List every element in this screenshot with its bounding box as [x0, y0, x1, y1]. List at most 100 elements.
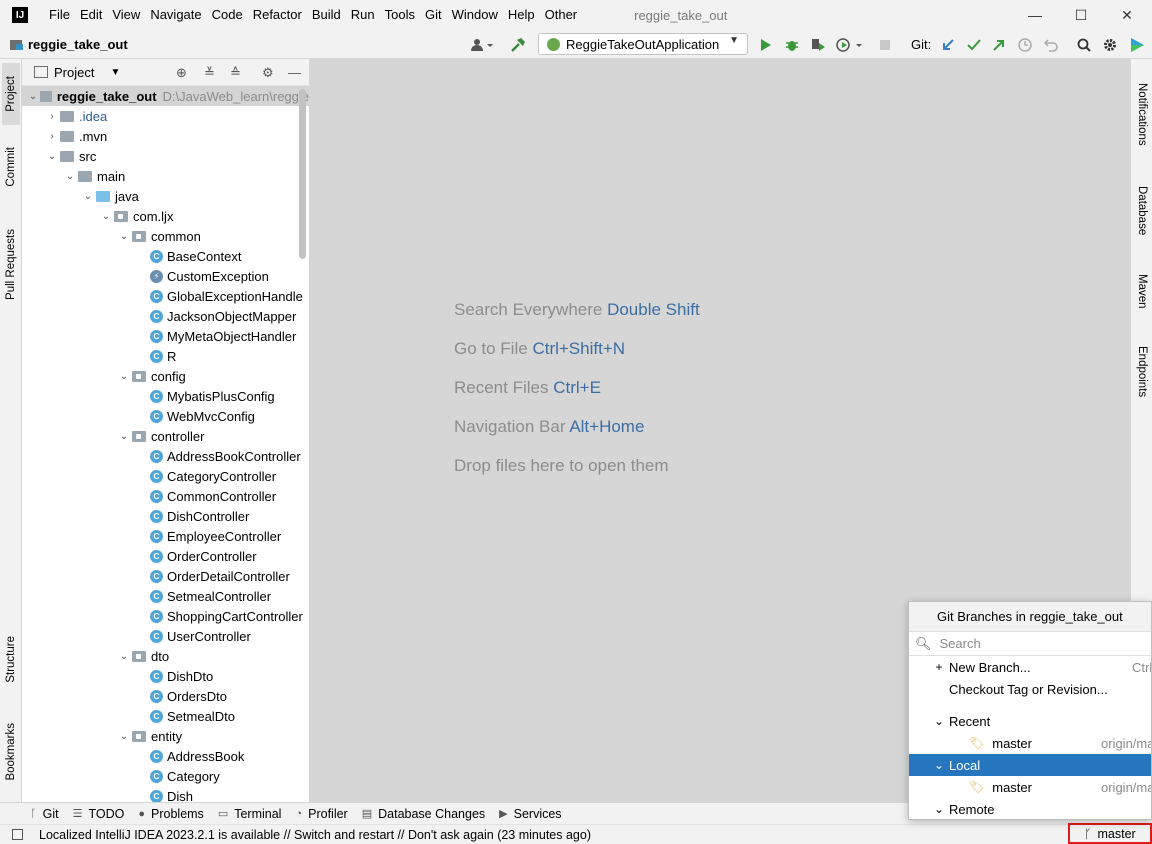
tree-item[interactable]: › .mvn	[22, 126, 309, 146]
menu-view[interactable]: View	[107, 0, 145, 30]
branch-search-field[interactable]: 🔍︎ Search	[909, 632, 1151, 656]
jetbrains-toolbox-icon[interactable]	[1126, 30, 1148, 59]
tool-tab-commit[interactable]: Commit	[2, 139, 20, 195]
remote-branches-group[interactable]: ⌄ Remote	[909, 798, 1151, 819]
tree-item[interactable]: C Category	[22, 766, 309, 786]
tool-tab-structure[interactable]: Structure	[2, 624, 20, 694]
tree-item[interactable]: C ShoppingCartController	[22, 606, 309, 626]
git-history-icon[interactable]	[1015, 30, 1035, 59]
tool-tab-endpoints[interactable]: Endpoints	[1133, 336, 1151, 408]
menu-other[interactable]: Other	[540, 0, 583, 30]
tree-item[interactable]: C EmployeeController	[22, 526, 309, 546]
tree-item[interactable]: ⚡ CustomException	[22, 266, 309, 286]
local-branch-master[interactable]: 🏷︎ master origin/ma	[909, 776, 1151, 798]
menu-navigate[interactable]: Navigate	[145, 0, 206, 30]
tool-tab-bookmarks[interactable]: Bookmarks	[2, 711, 20, 793]
tree-item[interactable]: C Dish	[22, 786, 309, 802]
tree-item[interactable]: ⌄ config	[22, 366, 309, 386]
git-commit-icon[interactable]	[964, 30, 984, 59]
menu-run[interactable]: Run	[346, 0, 380, 30]
settings-gear-icon[interactable]	[1100, 30, 1120, 59]
tool-tab-problems[interactable]: ● Problems	[138, 807, 203, 821]
git-update-icon[interactable]	[938, 30, 958, 59]
minimize-button[interactable]: —	[1012, 0, 1058, 30]
run-icon[interactable]	[757, 30, 775, 59]
tool-tab-notifications[interactable]: Notifications	[1133, 69, 1151, 159]
chevron-down-icon[interactable]: ⌄	[26, 91, 40, 102]
tree-item[interactable]: › .idea	[22, 106, 309, 126]
debug-icon[interactable]	[783, 30, 801, 59]
tool-tab-services[interactable]: ▶ Services	[499, 807, 561, 821]
menu-edit[interactable]: Edit	[75, 0, 107, 30]
project-breadcrumb[interactable]: reggie_take_out	[10, 37, 128, 52]
menu-tools[interactable]: Tools	[380, 0, 420, 30]
menu-build[interactable]: Build	[307, 0, 346, 30]
menu-help[interactable]: Help	[503, 0, 540, 30]
tree-item[interactable]: CR	[22, 346, 309, 366]
tree-item[interactable]: C MybatisPlusConfig	[22, 386, 309, 406]
locate-icon[interactable]: ⊕	[176, 59, 187, 86]
git-branch-widget[interactable]: ᚴ master	[1068, 823, 1152, 844]
tree-item[interactable]: C CategoryController	[22, 466, 309, 486]
profile-icon[interactable]	[834, 30, 866, 59]
tool-tab-profiler[interactable]: ◔ Profiler	[295, 807, 347, 821]
chevron-down-icon[interactable]: ⌄	[116, 731, 132, 742]
chevron-down-icon[interactable]: ⌄	[80, 191, 96, 202]
tree-item[interactable]: C DishController	[22, 506, 309, 526]
local-branches-group[interactable]: ⌄ Local	[909, 754, 1151, 776]
recent-branches-group[interactable]: ⌄ Recent	[909, 710, 1151, 732]
chevron-right-icon[interactable]: ›	[44, 111, 60, 122]
tool-tab-project[interactable]: Project	[2, 63, 20, 125]
tree-item[interactable]: ⌄ java	[22, 186, 309, 206]
panel-options-gear-icon[interactable]: ⚙	[262, 59, 274, 86]
hide-panel-icon[interactable]: —	[288, 59, 301, 86]
chevron-right-icon[interactable]: ›	[44, 131, 60, 142]
tree-item[interactable]: C OrderController	[22, 546, 309, 566]
tree-item[interactable]: ⌄ controller	[22, 426, 309, 446]
tree-item[interactable]: ⌄ main	[22, 166, 309, 186]
toggle-tool-windows-icon[interactable]	[12, 829, 23, 840]
collapse-all-icon[interactable]: ≙	[230, 59, 241, 86]
tree-item[interactable]: C DishDto	[22, 666, 309, 686]
tree-item[interactable]: C OrderDetailController	[22, 566, 309, 586]
search-icon[interactable]	[1074, 30, 1094, 59]
tree-item[interactable]: ⌄ entity	[22, 726, 309, 746]
tree-item[interactable]: C WebMvcConfig	[22, 406, 309, 426]
menu-refactor[interactable]: Refactor	[248, 0, 307, 30]
tool-tab-git[interactable]: ᚴ Git	[30, 807, 59, 821]
menu-git[interactable]: Git	[420, 0, 447, 30]
close-button[interactable]: ✕	[1104, 0, 1150, 30]
tree-item[interactable]: ⌄ src	[22, 146, 309, 166]
chevron-down-icon[interactable]: ⌄	[62, 171, 78, 182]
tree-item[interactable]: C SetmealDto	[22, 706, 309, 726]
tree-item[interactable]: C JacksonObjectMapper	[22, 306, 309, 326]
tree-item[interactable]: C OrdersDto	[22, 686, 309, 706]
chevron-down-icon[interactable]: ⌄	[44, 151, 60, 162]
user-icon[interactable]	[468, 30, 496, 59]
tool-tab-maven[interactable]: Maven	[1133, 263, 1151, 319]
chevron-down-icon[interactable]: ⌄	[116, 371, 132, 382]
tree-item[interactable]: C BaseContext	[22, 246, 309, 266]
project-view-selector[interactable]: Project	[54, 65, 94, 80]
tool-tab-database-changes[interactable]: ▤ Database Changes	[362, 807, 485, 821]
menu-file[interactable]: File	[44, 0, 75, 30]
tree-item[interactable]: C SetmealController	[22, 586, 309, 606]
chevron-down-icon[interactable]: ⌄	[116, 651, 132, 662]
tool-tab-todo[interactable]: ☰ TODO	[73, 807, 125, 821]
git-rollback-icon[interactable]	[1041, 30, 1061, 59]
tool-tab-database[interactable]: Database	[1133, 177, 1151, 245]
tree-item[interactable]: C GlobalExceptionHandle	[22, 286, 309, 306]
tree-item[interactable]: ⌄ com.ljx	[22, 206, 309, 226]
checkout-tag-action[interactable]: Checkout Tag or Revision...	[909, 678, 1151, 700]
tool-tab-terminal[interactable]: ▭ Terminal	[218, 807, 282, 821]
tool-tab-pull-requests[interactable]: Pull Requests	[2, 217, 20, 311]
tree-item[interactable]: C AddressBook	[22, 746, 309, 766]
tree-item[interactable]: ⌄ dto	[22, 646, 309, 666]
git-push-icon[interactable]	[989, 30, 1009, 59]
tree-item[interactable]: C CommonController	[22, 486, 309, 506]
tree-item[interactable]: C AddressBookController	[22, 446, 309, 466]
status-message[interactable]: Localized IntelliJ IDEA 2023.2.1 is avai…	[39, 828, 591, 842]
chevron-down-icon[interactable]: ⌄	[116, 231, 132, 242]
menu-window[interactable]: Window	[447, 0, 503, 30]
tree-item[interactable]: C UserController	[22, 626, 309, 646]
